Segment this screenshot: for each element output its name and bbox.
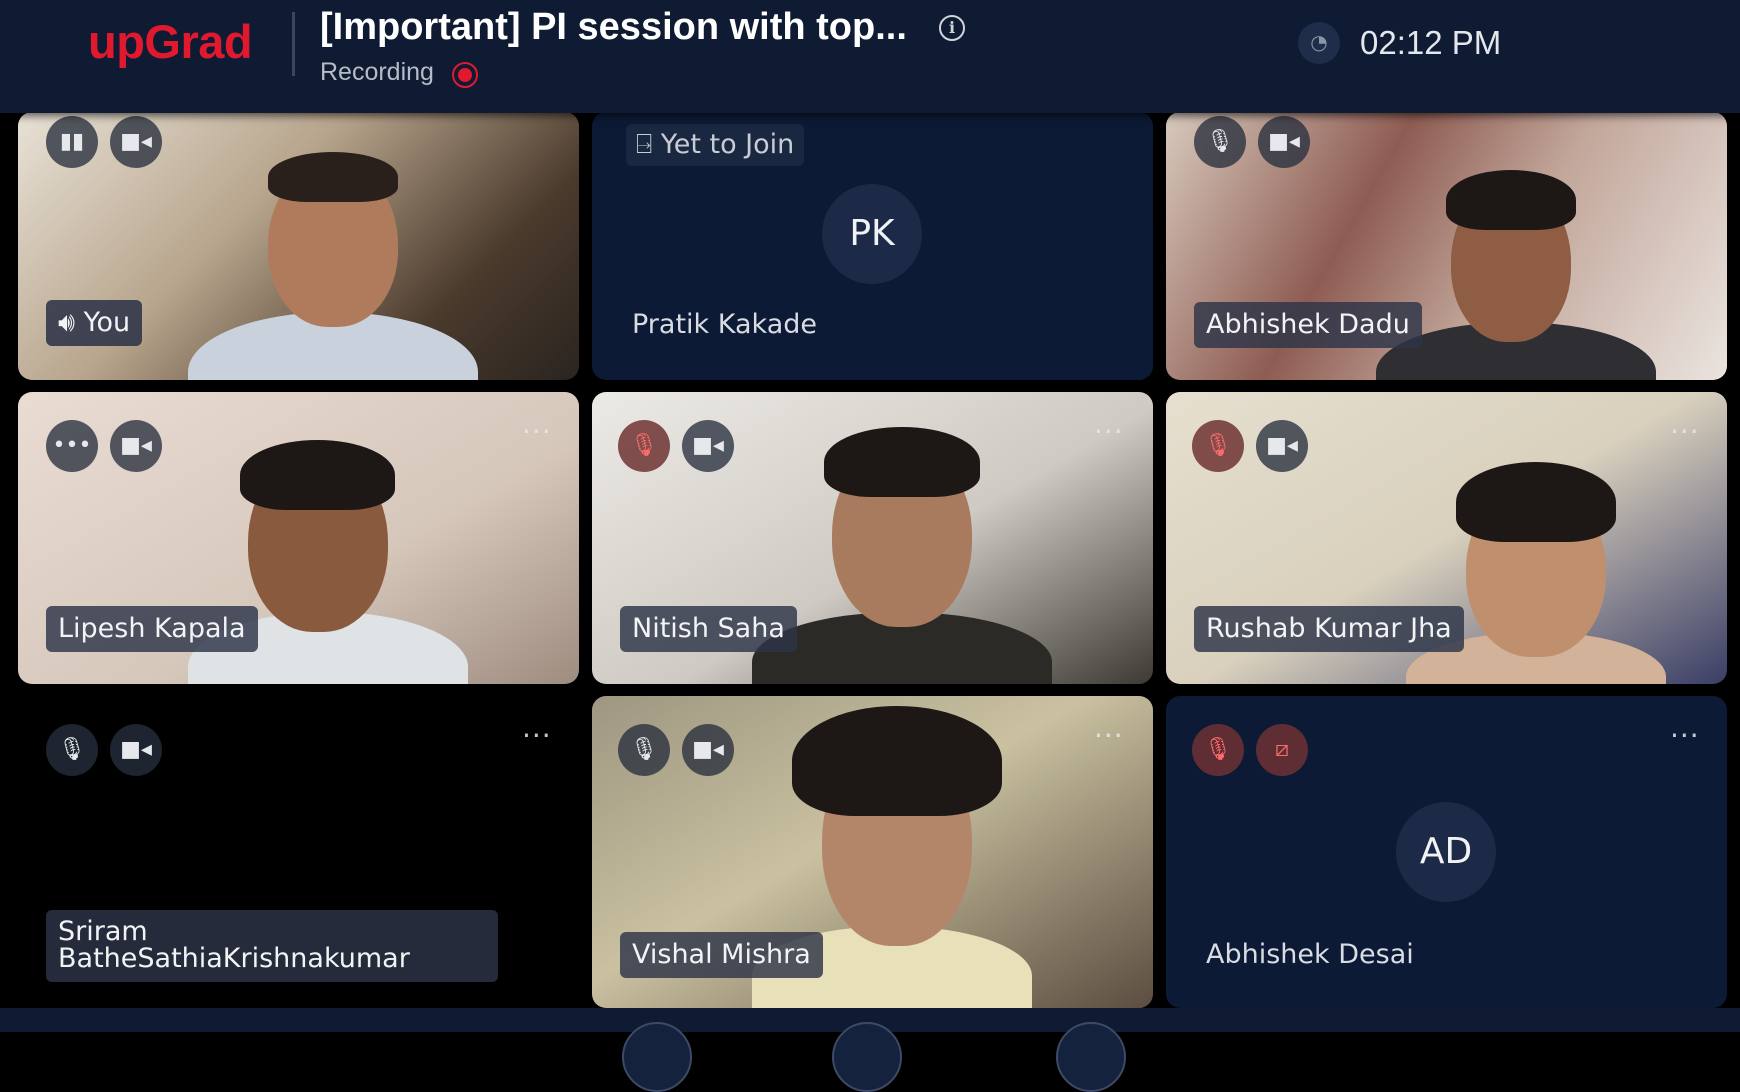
microphone-icon[interactable]: 🎙︎: [618, 724, 670, 776]
avatar: PK: [822, 184, 922, 284]
more-options-icon[interactable]: ···: [1670, 722, 1700, 750]
yet-to-join-status: ⍈ Yet to Join: [626, 124, 805, 166]
microphone-muted-icon[interactable]: 🎙︎: [1192, 724, 1244, 776]
meeting-time: 02:12 PM: [1360, 24, 1502, 61]
participant-name: 🔊︎ You: [46, 300, 143, 346]
camera-icon[interactable]: ■◂: [110, 724, 162, 776]
participant-tile[interactable]: ••• ■◂ ··· Lipesh Kapala: [18, 392, 579, 684]
participant-name: Lipesh Kapala: [46, 606, 258, 652]
participant-name: Pratik Kakade: [632, 309, 817, 340]
participant-tile[interactable]: 🎙︎ ■◂ ··· Nitish Saha: [592, 392, 1153, 684]
participant-tile[interactable]: 🎙︎ ■◂ ··· Sriram BatheSathiaKrishnakumar: [18, 696, 579, 1008]
more-options-icon[interactable]: •••: [46, 420, 98, 472]
meeting-title: [Important] PI session with top...: [320, 6, 907, 48]
participant-video: [168, 142, 498, 380]
info-icon[interactable]: i: [939, 15, 965, 41]
participant-tile[interactable]: 🎙︎ ■◂ Abhishek Dadu: [1166, 112, 1727, 380]
participant-name: Vishal Mishra: [620, 932, 823, 978]
control-button[interactable]: [832, 1022, 902, 1092]
camera-icon[interactable]: ■◂: [682, 420, 734, 472]
clock-icon: ◔: [1298, 22, 1340, 64]
microphone-icon[interactable]: 🎙︎: [46, 724, 98, 776]
participant-name: Sriram BatheSathiaKrishnakumar: [46, 910, 498, 982]
more-options-icon[interactable]: ···: [522, 722, 552, 750]
participant-name: Rushab Kumar Jha: [1194, 606, 1464, 652]
control-button[interactable]: [1056, 1022, 1126, 1092]
speaking-icon[interactable]: ▮▮: [46, 116, 98, 168]
recording-dot-icon: [452, 62, 478, 88]
camera-icon[interactable]: ■◂: [1258, 116, 1310, 168]
participant-tile-you[interactable]: ▮▮ ■◂ 🔊︎ You: [18, 112, 579, 380]
microphone-icon[interactable]: 🎙︎: [1194, 116, 1246, 168]
more-options-icon[interactable]: ···: [1094, 418, 1124, 446]
control-button[interactable]: [622, 1022, 692, 1092]
camera-icon[interactable]: ■◂: [110, 116, 162, 168]
participant-tile[interactable]: 🎙︎ ■◂ ··· Rushab Kumar Jha: [1166, 392, 1727, 684]
participant-tile[interactable]: 🎙︎ ■◂ ··· Vishal Mishra: [592, 696, 1153, 1008]
microphone-muted-icon[interactable]: 🎙︎: [618, 420, 670, 472]
participant-tile[interactable]: 🎙︎ ⧄ ··· AD Abhishek Desai: [1166, 696, 1727, 1008]
recording-label: Recording: [320, 58, 434, 86]
participant-name: Abhishek Desai: [1206, 939, 1414, 970]
more-options-icon[interactable]: ···: [1670, 418, 1700, 446]
more-options-icon[interactable]: ···: [1094, 722, 1124, 750]
camera-off-icon[interactable]: ⧄: [1256, 724, 1308, 776]
header-divider: [292, 12, 295, 76]
camera-icon[interactable]: ■◂: [682, 724, 734, 776]
join-door-icon: ⍈: [636, 129, 661, 160]
upgrad-logo: upGrad: [88, 15, 253, 68]
participant-tile-waiting[interactable]: ⍈ Yet to Join PK Pratik Kakade: [592, 112, 1153, 380]
avatar: AD: [1396, 802, 1496, 902]
speaking-icon: 🔊︎: [58, 307, 84, 338]
participant-name: Nitish Saha: [620, 606, 797, 652]
meeting-header: upGrad [Important] PI session with top..…: [0, 0, 1740, 113]
camera-icon[interactable]: ■◂: [110, 420, 162, 472]
microphone-muted-icon[interactable]: 🎙︎: [1192, 420, 1244, 472]
camera-icon[interactable]: ■◂: [1256, 420, 1308, 472]
participant-name: Abhishek Dadu: [1194, 302, 1422, 348]
more-options-icon[interactable]: ···: [522, 418, 552, 446]
